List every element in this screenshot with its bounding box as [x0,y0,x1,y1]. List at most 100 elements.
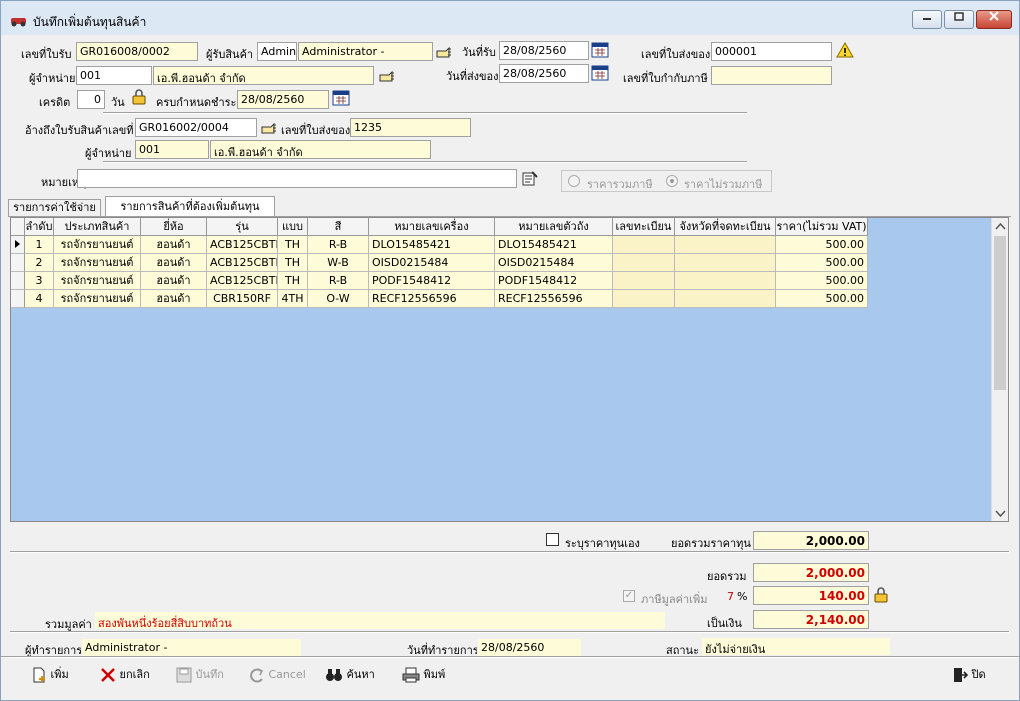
radio-excl-vat[interactable] [666,175,678,187]
table-cell[interactable]: OISD0215484 [369,254,495,272]
calendar-icon[interactable] [591,65,609,81]
print-button[interactable]: พิมพ์ [402,665,445,685]
ref-supplier-code-field[interactable]: 001 [135,140,209,159]
table-cell[interactable]: RECF12556596 [495,290,613,308]
supplier-name-field[interactable]: เอ.พี.ฮอนด้า จำกัด [153,66,374,85]
table-cell[interactable]: ฮอนด้า [141,272,207,290]
ref-supplier-name-field[interactable]: เอ.พี.ฮอนด้า จำกัด [210,140,431,159]
table-cell[interactable] [675,254,776,272]
minimize-button[interactable] [912,10,942,29]
table-cell[interactable] [613,236,675,254]
table-cell[interactable]: 4 [25,290,54,308]
col-header[interactable]: เลขทะเบียน [613,218,675,236]
scroll-down-icon[interactable] [995,510,1006,518]
table-cell[interactable]: รถจักรยานยนต์ [54,236,141,254]
ref-receipt-field[interactable]: GR016002/0004 [135,118,257,137]
col-header[interactable]: จังหวัดที่จดทะเบียน [675,218,776,236]
table-cell[interactable]: TH [278,272,308,290]
table-cell[interactable]: รถจักรยานยนต์ [54,254,141,272]
scroll-thumb[interactable] [994,236,1006,390]
table-cell[interactable] [675,290,776,308]
ref-delivery-field[interactable]: 1235 [350,118,471,137]
remark-field[interactable] [77,169,517,188]
col-header[interactable]: สี [308,218,369,236]
receipt-no-field[interactable]: GR016008/0002 [76,42,198,61]
row-selector[interactable] [11,236,25,254]
col-header[interactable]: หมายเลขตัวถัง [495,218,613,236]
tax-invoice-field[interactable] [711,66,832,85]
row-selector[interactable] [11,272,25,290]
table-cell[interactable]: รถจักรยานยนต์ [54,272,141,290]
due-date-field[interactable]: 28/08/2560 [237,90,329,109]
items-grid[interactable]: ลำดับ ประเภทสินค้า ยี่ห้อ รุ่น แบบ สี หม… [10,217,1009,522]
lookup-receiver-icon[interactable] [435,44,453,60]
radio-incl-vat[interactable] [568,175,580,187]
col-header[interactable]: รุ่น [207,218,278,236]
table-cell[interactable]: 500.00 [776,272,868,290]
table-cell[interactable] [675,236,776,254]
col-header[interactable]: หมายเลขเครื่อง [369,218,495,236]
credit-field[interactable]: 0 [77,90,105,109]
table-cell[interactable]: 500.00 [776,290,868,308]
lookup-receipt-icon[interactable] [260,120,278,136]
cancel-button[interactable]: Cancel [249,665,306,685]
table-cell[interactable]: PODF1548412 [495,272,613,290]
lock-icon[interactable] [130,89,148,105]
col-header[interactable]: ราคา(ไม่รวม VAT) [776,218,868,236]
col-header[interactable]: ประเภทสินค้า [54,218,141,236]
lock-icon[interactable] [872,587,890,603]
table-cell[interactable]: R-B [308,236,369,254]
tab-cost-items[interactable]: รายการสินค้าที่ต้องเพิ่มต้นทุน [105,196,275,217]
table-cell[interactable]: OISD0215484 [495,254,613,272]
close-button[interactable]: ปิด [952,665,986,685]
add-button[interactable]: เพิ่ม [31,665,69,685]
table-cell[interactable]: CBR150RF [207,290,278,308]
table-cell[interactable]: PODF1548412 [369,272,495,290]
table-cell[interactable] [613,272,675,290]
save-button[interactable]: บันทึก [176,665,224,685]
search-button[interactable]: ค้นหา [325,665,375,685]
cancel-document-button[interactable]: ยกเลิก [100,665,150,685]
receive-date-field[interactable]: 28/08/2560 [499,41,589,60]
specify-cost-checkbox[interactable] [546,533,559,546]
table-cell[interactable]: 4TH [278,290,308,308]
supplier-code-field[interactable]: 001 [76,66,152,85]
receiver-name-field[interactable]: Administrator - [298,42,433,61]
calendar-icon[interactable] [332,90,350,106]
table-cell[interactable]: R-B [308,272,369,290]
table-cell[interactable]: TH [278,254,308,272]
calendar-icon[interactable] [591,42,609,58]
lookup-supplier-icon[interactable] [378,68,396,84]
row-selector[interactable] [11,290,25,308]
table-cell[interactable]: ACB125CBTE [207,236,278,254]
table-cell[interactable]: DLO15485421 [495,236,613,254]
table-cell[interactable] [675,272,776,290]
col-header[interactable]: แบบ [278,218,308,236]
note-edit-icon[interactable] [521,170,539,186]
table-cell[interactable]: ฮอนด้า [141,290,207,308]
grid-scrollbar[interactable] [991,218,1008,521]
table-cell[interactable]: ACB125CBTE [207,254,278,272]
table-cell[interactable]: 500.00 [776,236,868,254]
tab-expenses[interactable]: รายการค่าใช้จ่าย [8,199,101,217]
table-cell[interactable] [613,254,675,272]
table-cell[interactable]: 1 [25,236,54,254]
table-cell[interactable]: ฮอนด้า [141,254,207,272]
delivery-date-field[interactable]: 28/08/2560 [499,64,589,83]
vat-checkbox[interactable]: ✓ [623,590,635,602]
table-cell[interactable] [613,290,675,308]
table-cell[interactable]: W-B [308,254,369,272]
table-cell[interactable]: RECF12556596 [369,290,495,308]
delivery-no-field[interactable]: 000001 [711,42,832,61]
col-header[interactable]: ยี่ห้อ [141,218,207,236]
scroll-up-icon[interactable] [995,222,1006,230]
receiver-code-field[interactable]: Admin [257,42,297,61]
row-selector[interactable] [11,254,25,272]
table-cell[interactable]: ACB125CBTE [207,272,278,290]
close-window-button[interactable] [976,10,1012,29]
col-header[interactable]: ลำดับ [25,218,54,236]
table-cell[interactable]: ฮอนด้า [141,236,207,254]
maximize-button[interactable] [944,10,974,29]
table-cell[interactable]: 2 [25,254,54,272]
table-cell[interactable]: 3 [25,272,54,290]
